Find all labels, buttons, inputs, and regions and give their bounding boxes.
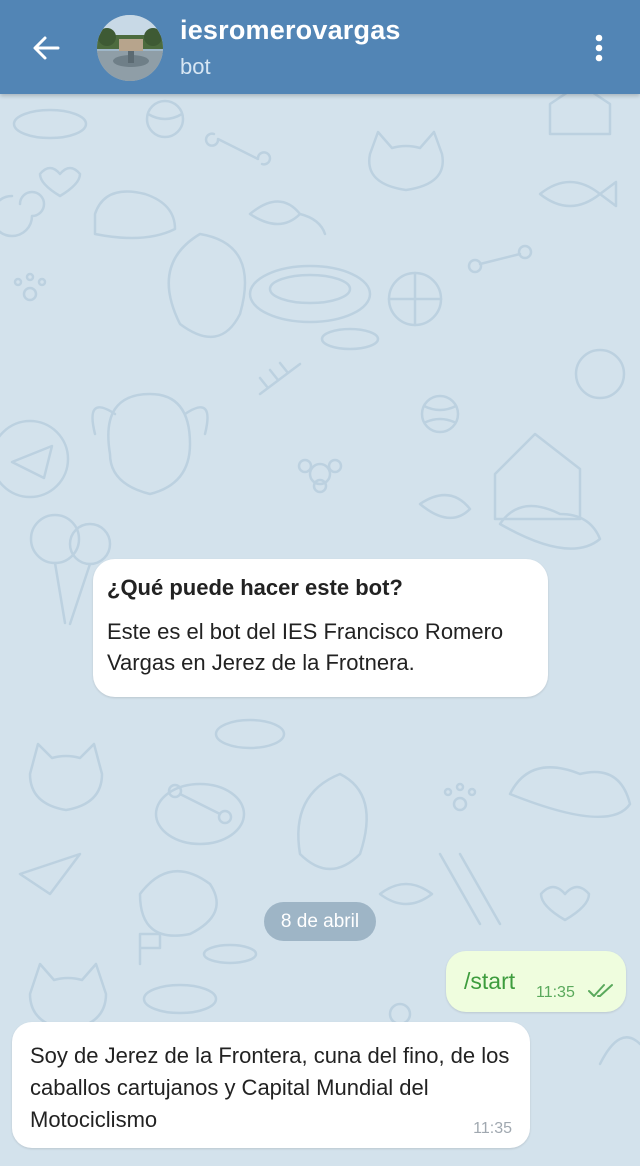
- chat-header: iesromerovargas bot: [0, 0, 640, 94]
- message-text: /start: [464, 968, 516, 994]
- message-text: Soy de Jerez de la Frontera, cuna del fi…: [30, 1043, 510, 1132]
- back-button[interactable]: [20, 22, 72, 74]
- double-check-icon: [588, 984, 613, 997]
- date-separator: 8 de abril: [264, 902, 376, 941]
- bot-info-text: Este es el bot del IES Francisco Romero …: [107, 619, 504, 675]
- avatar[interactable]: [97, 15, 163, 81]
- message-time: 11:35: [473, 1120, 512, 1137]
- bot-info-title: ¿Qué puede hacer este bot?: [107, 575, 403, 600]
- more-vert-icon: [595, 34, 603, 62]
- menu-button[interactable]: [582, 28, 616, 68]
- school-photo-icon: [97, 15, 163, 81]
- arrow-left-icon: [33, 36, 60, 60]
- message-time: 11:35: [536, 984, 575, 1001]
- outgoing-message[interactable]: /start 11:35: [446, 951, 626, 1012]
- bot-info-card: ¿Qué puede hacer este bot? Este es el bo…: [93, 559, 548, 697]
- incoming-message[interactable]: Soy de Jerez de la Frontera, cuna del fi…: [12, 1022, 530, 1148]
- chat-title[interactable]: iesromerovargas: [180, 15, 401, 46]
- chat-subtitle: bot: [180, 54, 211, 79]
